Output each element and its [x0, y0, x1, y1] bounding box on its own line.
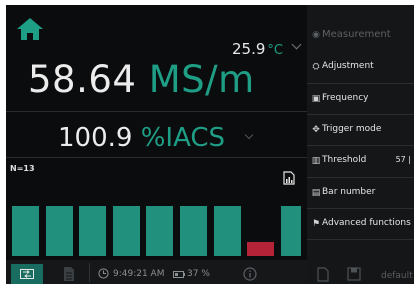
- menu-item-label: Measurement: [322, 29, 391, 40]
- divider: [307, 177, 414, 178]
- document-icon[interactable]: [63, 266, 75, 282]
- divider: [307, 83, 414, 84]
- menu-item-label: Bar number: [322, 187, 376, 197]
- battery-icon: [173, 271, 185, 278]
- radio-dot-icon: ◉: [312, 30, 320, 40]
- screen-switch-button[interactable]: [11, 264, 43, 284]
- unit-chevron-icon[interactable]: [244, 130, 254, 140]
- conductivity-unit: MS/m: [148, 58, 255, 101]
- default-preset-label[interactable]: default: [381, 271, 413, 281]
- menu-item-frequency[interactable]: ▣ Frequency: [307, 85, 414, 113]
- menu-item-label: Trigger mode: [322, 124, 382, 134]
- menu-item-label: Frequency: [322, 93, 369, 103]
- temperature-unit: °C: [267, 43, 283, 58]
- divider: [307, 114, 414, 115]
- menu-item-bar-number[interactable]: ▤ Bar number: [307, 179, 414, 207]
- divider: [307, 208, 414, 209]
- divider: [307, 239, 414, 240]
- adjustment-icon: ⛭: [312, 62, 320, 72]
- menu-item-label: Advanced functions: [322, 218, 411, 228]
- histogram-bar: [247, 242, 274, 256]
- divider: [307, 145, 414, 146]
- iacs-value: 100.9: [58, 123, 133, 153]
- temperature-chevron-icon[interactable]: [291, 39, 302, 50]
- divider: [89, 263, 90, 282]
- save-icon[interactable]: [347, 267, 361, 281]
- menu-item-measurement[interactable]: ◉ Measurement: [307, 21, 414, 49]
- clock-time: 9:49:21 AM: [113, 269, 165, 279]
- conductivity-readout: 58.64 MS/m: [28, 58, 255, 101]
- histogram-bar: [79, 206, 106, 256]
- menu-item-label: Adjustment: [322, 61, 374, 71]
- frequency-icon: ▣: [311, 94, 321, 104]
- menu-item-threshold[interactable]: ▥ Threshold 57 |: [307, 147, 414, 175]
- clock-icon: [98, 268, 109, 279]
- home-icon[interactable]: [16, 17, 44, 41]
- info-icon[interactable]: [243, 267, 257, 281]
- threshold-value: 57 |: [395, 155, 411, 164]
- battery-level: 37 %: [187, 269, 210, 279]
- divider: [6, 111, 307, 112]
- menu-item-adjustment[interactable]: ⛭ Adjustment: [307, 53, 414, 81]
- histogram-bar: [180, 206, 207, 256]
- divider: [6, 157, 307, 158]
- histogram-bar: [281, 206, 301, 256]
- threshold-icon: ▥: [311, 156, 321, 166]
- histogram-bar: [46, 206, 73, 256]
- histogram: [12, 202, 302, 256]
- statistics-icon[interactable]: [283, 171, 295, 185]
- menu-item-advanced-functions[interactable]: ⚑ Advanced functions: [307, 210, 414, 238]
- measurement-panel: 25.9 °C 58.64 MS/m 100.9 %IACS N=13 9:49…: [6, 5, 307, 284]
- advanced-icon: ⚑: [311, 219, 321, 229]
- new-file-icon[interactable]: [317, 267, 329, 282]
- temperature-value: 25.9: [232, 40, 266, 58]
- histogram-bar: [12, 206, 39, 256]
- histogram-bar: [113, 206, 140, 256]
- trigger-icon: ✥: [312, 125, 320, 135]
- settings-menu: ◉ Measurement ⛭ Adjustment ▣ Frequency ✥…: [307, 5, 414, 284]
- device-screen: 25.9 °C 58.64 MS/m 100.9 %IACS N=13 9:49…: [6, 5, 414, 284]
- iacs-readout: 100.9 %IACS: [58, 123, 225, 153]
- conductivity-value: 58.64: [28, 58, 137, 101]
- iacs-unit: %IACS: [140, 123, 226, 153]
- menu-item-trigger-mode[interactable]: ✥ Trigger mode: [307, 116, 414, 144]
- temperature-readout: 25.9 °C: [232, 40, 283, 58]
- menu-item-label: Threshold: [322, 155, 367, 165]
- histogram-bar: [214, 206, 241, 256]
- screen-switch-icon: [20, 269, 34, 279]
- histogram-bar: [146, 206, 173, 256]
- bar-number-icon: ▤: [311, 188, 321, 198]
- sample-count: N=13: [10, 164, 35, 173]
